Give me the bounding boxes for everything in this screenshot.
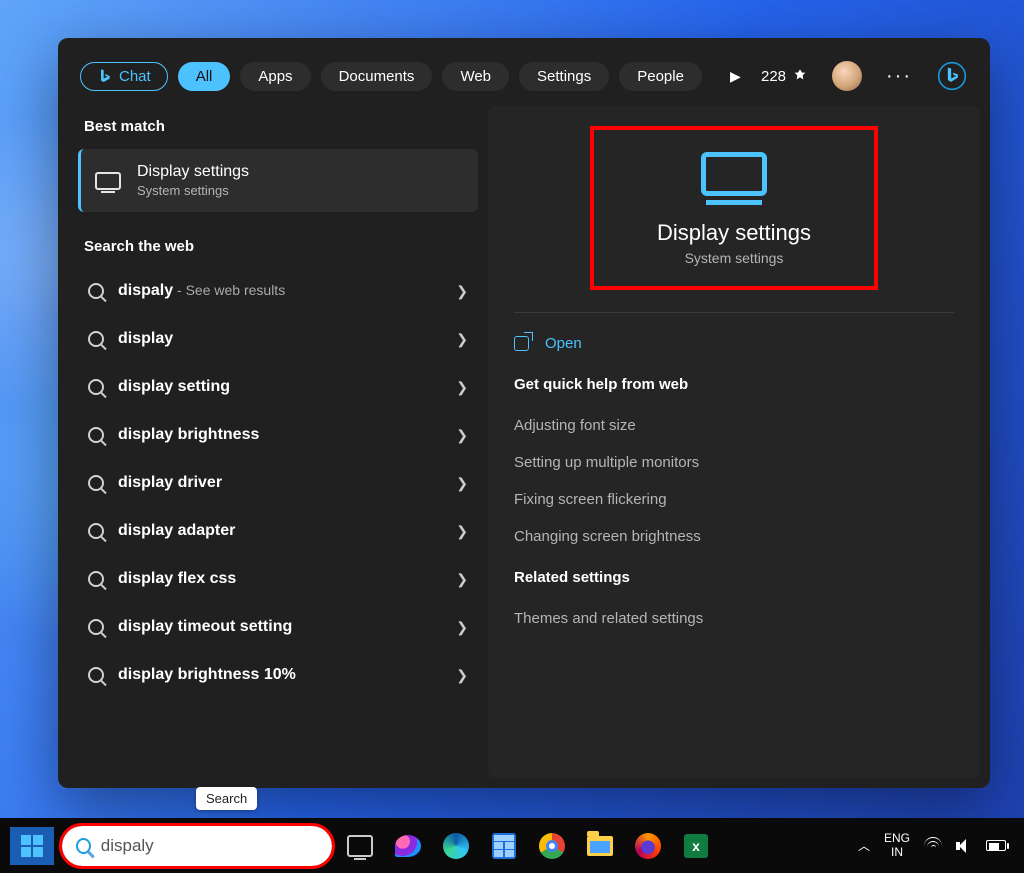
calculator-app[interactable]: [484, 826, 524, 866]
hero-highlight[interactable]: Display settings System settings: [594, 130, 874, 286]
web-suggestion[interactable]: display brightness ❯: [78, 413, 478, 457]
related-settings-header: Related settings: [514, 569, 954, 586]
search-icon: [88, 619, 104, 635]
detail-subtitle: System settings: [604, 250, 864, 266]
filter-web[interactable]: Web: [442, 62, 509, 91]
paint-icon: [395, 835, 421, 857]
system-tray: ︿ ENG IN: [858, 832, 1014, 860]
bing-logo-icon[interactable]: [936, 60, 968, 92]
web-suggestion[interactable]: display timeout setting ❯: [78, 605, 478, 649]
open-external-icon: [514, 336, 529, 351]
best-match-subtitle: System settings: [137, 183, 249, 198]
folder-icon: [587, 836, 613, 856]
chevron-right-icon: ❯: [456, 571, 468, 588]
battery-icon[interactable]: [986, 840, 1006, 851]
chrome-app[interactable]: [532, 826, 572, 866]
web-suggestion[interactable]: display driver ❯: [78, 461, 478, 505]
best-match-title: Display settings: [137, 163, 249, 181]
user-avatar[interactable]: [832, 61, 862, 91]
help-link[interactable]: Changing screen brightness: [514, 518, 954, 555]
filter-documents[interactable]: Documents: [321, 62, 433, 91]
medal-icon: [792, 68, 808, 84]
display-large-icon: [701, 152, 767, 196]
chevron-right-icon: ❯: [456, 619, 468, 636]
search-web-header: Search the web: [78, 230, 478, 265]
firefox-app[interactable]: [628, 826, 668, 866]
taskbar-search-input[interactable]: [101, 836, 318, 856]
web-suggestion[interactable]: display flex css ❯: [78, 557, 478, 601]
paint-app[interactable]: [388, 826, 428, 866]
calculator-icon: [492, 833, 516, 859]
search-icon: [88, 667, 104, 683]
detail-title: Display settings: [604, 220, 864, 246]
search-icon: [88, 475, 104, 491]
search-tooltip: Search: [196, 787, 257, 810]
results-column: Best match Display settings System setti…: [58, 100, 488, 788]
chevron-right-icon: ❯: [456, 379, 468, 396]
excel-icon: x: [684, 834, 708, 858]
chevron-right-icon: ❯: [456, 283, 468, 300]
bing-icon: [97, 68, 113, 84]
edge-app[interactable]: [436, 826, 476, 866]
web-suggestion[interactable]: dispaly - See web results ❯: [78, 269, 478, 313]
filter-people[interactable]: People: [619, 62, 702, 91]
windows-logo-icon: [21, 835, 43, 857]
best-match-card[interactable]: Display settings System settings: [78, 149, 478, 212]
filter-apps[interactable]: Apps: [240, 62, 310, 91]
help-link[interactable]: Setting up multiple monitors: [514, 444, 954, 481]
web-suggestion[interactable]: display adapter ❯: [78, 509, 478, 553]
best-match-header: Best match: [78, 110, 478, 145]
help-link[interactable]: Fixing screen flickering: [514, 481, 954, 518]
firefox-icon: [635, 833, 661, 859]
chevron-right-icon: ❯: [456, 331, 468, 348]
search-icon: [88, 379, 104, 395]
language-indicator[interactable]: ENG IN: [884, 832, 910, 860]
chevron-right-icon: ❯: [456, 523, 468, 540]
filter-settings[interactable]: Settings: [519, 62, 609, 91]
chevron-right-icon: ❯: [456, 667, 468, 684]
file-explorer-app[interactable]: [580, 826, 620, 866]
open-action[interactable]: Open: [514, 331, 954, 370]
chevron-right-icon: ❯: [456, 427, 468, 444]
search-icon: [88, 571, 104, 587]
search-filter-row: Chat All Apps Documents Web Settings Peo…: [58, 38, 990, 100]
chat-pill[interactable]: Chat: [80, 62, 168, 91]
taskview-icon: [347, 835, 373, 857]
play-icon[interactable]: ▶: [730, 68, 741, 85]
search-icon: [88, 427, 104, 443]
wifi-icon[interactable]: [924, 839, 942, 853]
chat-label: Chat: [119, 68, 151, 85]
web-suggestion[interactable]: display ❯: [78, 317, 478, 361]
task-view-button[interactable]: [340, 826, 380, 866]
search-icon: [88, 523, 104, 539]
taskbar-search-box[interactable]: [62, 826, 332, 866]
quick-help-header: Get quick help from web: [514, 376, 954, 393]
tray-overflow-icon[interactable]: ︿: [858, 837, 870, 854]
edge-icon: [443, 833, 469, 859]
detail-panel: Display settings System settings Open Ge…: [488, 106, 980, 778]
chevron-right-icon: ❯: [456, 475, 468, 492]
rewards-points[interactable]: 228: [761, 68, 808, 85]
related-link[interactable]: Themes and related settings: [514, 600, 954, 637]
start-button[interactable]: [10, 827, 54, 865]
web-suggestion[interactable]: display brightness 10% ❯: [78, 653, 478, 697]
search-icon: [88, 283, 104, 299]
start-search-window: Chat All Apps Documents Web Settings Peo…: [58, 38, 990, 788]
filter-all[interactable]: All: [178, 62, 231, 91]
divider: [514, 312, 954, 313]
web-suggestion[interactable]: display setting ❯: [78, 365, 478, 409]
help-link[interactable]: Adjusting font size: [514, 407, 954, 444]
search-icon: [76, 838, 91, 854]
excel-app[interactable]: x: [676, 826, 716, 866]
taskbar: x ︿ ENG IN: [0, 818, 1024, 873]
more-menu-icon[interactable]: ···: [886, 65, 912, 88]
volume-icon[interactable]: [956, 839, 972, 853]
chrome-icon: [539, 833, 565, 859]
display-icon: [95, 172, 121, 190]
search-icon: [88, 331, 104, 347]
